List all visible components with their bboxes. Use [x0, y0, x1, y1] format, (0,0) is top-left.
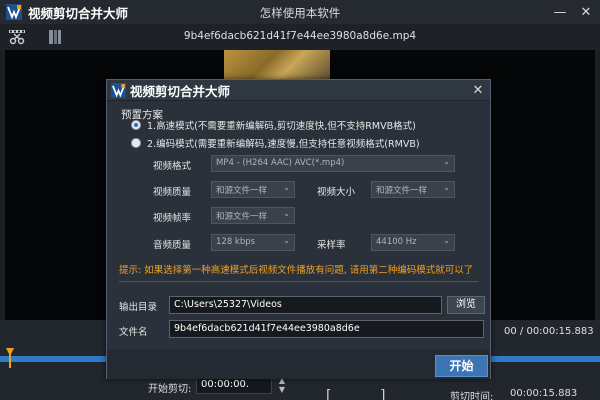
- start-button[interactable]: 开始: [435, 355, 488, 377]
- chevron-down-icon: ⌄: [283, 209, 290, 218]
- playhead-line: [9, 354, 11, 368]
- dialog-close-button[interactable]: ✕: [468, 80, 488, 101]
- file-name-label: 文件名: [119, 327, 148, 338]
- film-strip-icon: [49, 30, 61, 44]
- sample-rate-value: 44100 Hz: [376, 237, 417, 247]
- file-name-input[interactable]: 9b4ef6dacb621d41f7e44ee3980a8d6e: [169, 320, 484, 338]
- close-button[interactable]: ✕: [574, 0, 598, 24]
- chevron-down-icon: ⌄: [443, 183, 450, 192]
- radio-fast-mode[interactable]: [131, 120, 141, 130]
- minimize-button[interactable]: —: [548, 0, 572, 24]
- section-divider: [119, 281, 478, 282]
- audio-quality-select[interactable]: 128 kbps ⌄: [211, 234, 295, 251]
- frame-rate-value: 和源文件一样: [216, 212, 268, 222]
- video-format-select[interactable]: MP4 - (H264 AAC) AVC(*.mp4) ⌄: [211, 155, 455, 172]
- audio-quality-value: 128 kbps: [216, 237, 256, 247]
- app-title: 视频剪切合并大师: [28, 5, 129, 21]
- app-logo-icon: [6, 4, 22, 20]
- total-time-display: 00 / 00:00:15.883: [504, 326, 594, 337]
- output-dir-input[interactable]: C:\Users\25327\Videos: [169, 296, 442, 314]
- scissors-icon: [9, 30, 25, 45]
- video-size-select[interactable]: 和源文件一样 ⌄: [371, 181, 455, 198]
- frame-rate-select[interactable]: 和源文件一样 ⌄: [211, 207, 295, 224]
- video-format-label: 视频格式: [153, 161, 192, 172]
- video-quality-value: 和源文件一样: [216, 186, 268, 196]
- video-quality-select[interactable]: 和源文件一样 ⌄: [211, 181, 295, 198]
- sample-rate-label: 采样率: [317, 240, 346, 251]
- start-cut-label: 开始剪切:: [148, 384, 192, 395]
- chevron-down-icon: ⌄: [443, 236, 450, 245]
- option-fast-mode[interactable]: 1.高速模式(不需要重新编解码,剪切速度快,但不支持RMVB格式): [131, 118, 416, 132]
- dialog-title-bar: 视频剪切合并大师: [107, 80, 490, 101]
- chevron-down-icon: ⌄: [283, 236, 290, 245]
- video-size-label: 视频大小: [317, 187, 356, 198]
- output-dir-label: 输出目录: [119, 302, 158, 313]
- dialog-footer: [107, 350, 490, 379]
- chevron-down-icon: ⌄: [443, 157, 450, 166]
- set-start-bracket[interactable]: [: [326, 388, 331, 400]
- option-encode-mode-label: 2.编码模式(需要重新编解码,速度慢,但支持任意视频格式(RMVB): [147, 139, 420, 150]
- frame-rate-label: 视频帧率: [153, 213, 192, 224]
- mode-hint-text: 提示: 如果选择第一种高速模式后视频文件播放有问题, 请用第二种编码模式就可以了: [119, 265, 474, 276]
- export-settings-dialog: 视频剪切合并大师 ✕ 预置方案 1.高速模式(不需要重新编解码,剪切速度快,但不…: [106, 79, 491, 379]
- dialog-title: 视频剪切合并大师: [130, 83, 231, 99]
- main-title-bar: 视频剪切合并大师 怎样使用本软件 — ✕: [0, 0, 600, 24]
- radio-encode-mode[interactable]: [131, 138, 141, 148]
- cut-time-value: 00:00:15.883: [510, 388, 578, 399]
- option-fast-mode-label: 1.高速模式(不需要重新编解码,剪切速度快,但不支持RMVB格式): [147, 121, 416, 132]
- app-logo-icon: [111, 82, 126, 98]
- chevron-down-icon: ⌄: [283, 183, 290, 192]
- current-file-name: 9b4ef6dacb621d41f7e44ee3980a8d6e.mp4: [183, 30, 417, 42]
- video-frame-thumbnail: [224, 50, 330, 82]
- cut-tool-button[interactable]: [4, 26, 30, 48]
- video-format-value: MP4 - (H264 AAC) AVC(*.mp4): [216, 158, 345, 168]
- option-encode-mode[interactable]: 2.编码模式(需要重新编解码,速度慢,但支持任意视频格式(RMVB): [131, 136, 420, 150]
- audio-quality-label: 音频质量: [153, 240, 192, 251]
- cut-time-label: 剪切时间:: [450, 392, 494, 400]
- video-quality-label: 视频质量: [153, 187, 192, 198]
- merge-tool-button[interactable]: [42, 26, 68, 48]
- toolbar: 9b4ef6dacb621d41f7e44ee3980a8d6e.mp4: [0, 24, 600, 50]
- sample-rate-select[interactable]: 44100 Hz ⌄: [371, 234, 455, 251]
- video-size-value: 和源文件一样: [376, 186, 428, 196]
- browse-button[interactable]: 浏览: [447, 296, 485, 314]
- set-end-bracket[interactable]: ]: [380, 388, 385, 400]
